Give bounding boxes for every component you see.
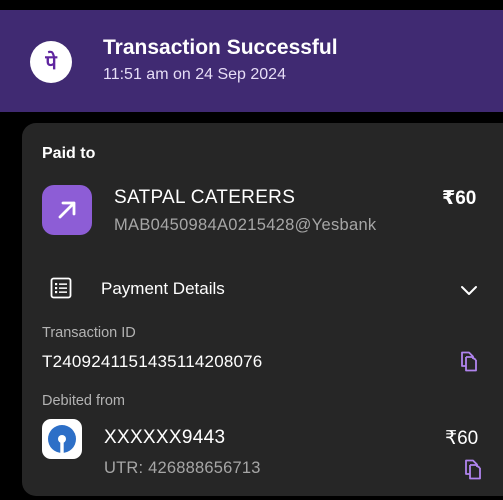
transaction-id-value: T2409241151435114208076 [42, 352, 263, 371]
payee-vpa: MAB0450984A0215428@Yesbank [114, 216, 377, 234]
payee-name: SATPAL CATERERS [114, 187, 296, 208]
transaction-card: Paid to SATPAL CATERERS MAB0450984A02154… [22, 123, 503, 496]
chevron-down-icon[interactable] [458, 279, 480, 306]
transaction-header: पे Transaction Successful 11:51 am on 24… [0, 10, 503, 112]
list-icon [50, 277, 72, 304]
header-title: Transaction Successful [103, 36, 338, 59]
copy-icon[interactable] [462, 459, 482, 486]
paid-amount: ₹60 [442, 188, 477, 209]
copy-icon[interactable] [458, 351, 478, 378]
arrow-up-right-icon [42, 185, 92, 235]
svg-text:पे: पे [44, 50, 58, 74]
transaction-id-label: Transaction ID [42, 325, 136, 341]
debited-from-label: Debited from [42, 393, 126, 409]
utr-number: UTR: 426888656713 [104, 459, 261, 477]
paid-to-label: Paid to [42, 145, 96, 162]
header-timestamp: 11:51 am on 24 Sep 2024 [103, 66, 286, 83]
payment-details-toggle[interactable]: Payment Details [101, 279, 225, 299]
sbi-logo-icon [42, 419, 82, 459]
debited-account: XXXXXX9443 [104, 427, 226, 448]
debited-amount: ₹60 [445, 428, 479, 449]
phonepe-logo-icon: पे [30, 41, 72, 83]
